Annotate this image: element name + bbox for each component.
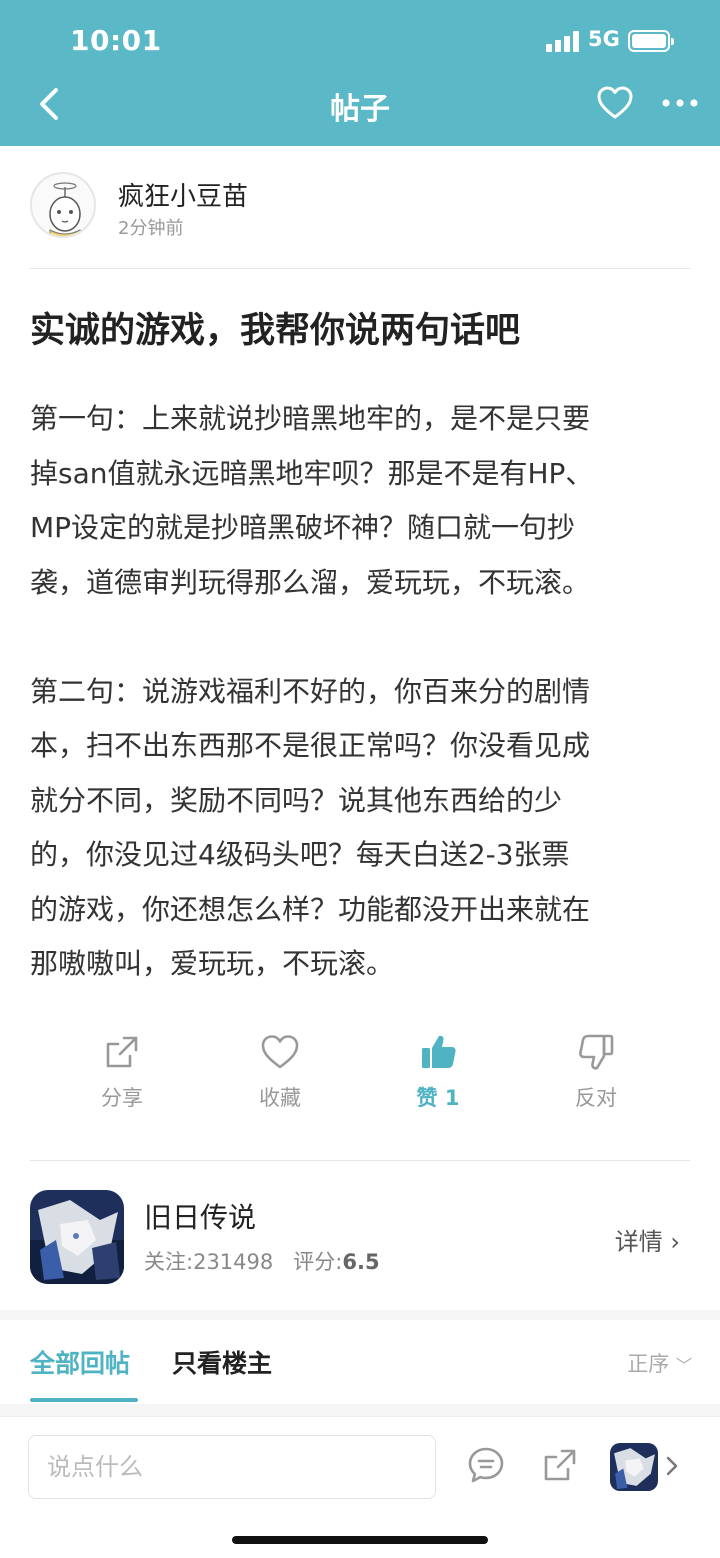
post-title: 实诚的游戏，我帮你说两句话吧 <box>30 311 521 351</box>
post-body-line: 第一句：上来就说抄暗黑地牢的，是不是只要 <box>30 402 591 435</box>
tab-all-replies[interactable]: 全部回帖 <box>30 1344 130 1380</box>
post-body-line: 就分不同，奖励不同吗？说其他东西给的少 <box>30 783 563 817</box>
game-icon[interactable] <box>30 1190 124 1284</box>
comment-icon[interactable] <box>466 1445 506 1485</box>
game-card[interactable]: 旧日传说 关注:231498 评分:6.5 详情 › <box>30 1190 690 1286</box>
dislike-label: 反对 <box>575 1086 617 1110</box>
author-name[interactable]: 疯狂小豆苗 <box>118 176 248 213</box>
game-shortcut-icon[interactable] <box>610 1443 658 1491</box>
chevron-down-icon: ﹀ <box>675 1356 692 1375</box>
like-text: 赞 <box>416 1086 438 1110</box>
post-body-line <box>30 610 690 665</box>
post-body-line: MP设定的就是抄暗黑破坏神？随口就一句抄 <box>30 511 576 544</box>
post-body-line: 那嗷嗷叫，爱玩玩，不玩滚。 <box>30 947 395 980</box>
post-body-line: 本，扫不出东西那不是很正常吗？你没看见成 <box>30 729 591 762</box>
tab-indicator <box>30 1398 138 1402</box>
post-actions: 分享 收藏 赞 1 反对 <box>30 1032 690 1122</box>
top-bar: 10:01 5G 帖子 <box>0 0 720 146</box>
battery-icon <box>628 30 674 52</box>
thumbs-down-icon <box>579 1034 614 1070</box>
share-icon[interactable] <box>540 1445 580 1485</box>
rating-value: 6.5 <box>342 1250 380 1274</box>
game-detail-link[interactable]: 详情 › <box>615 1222 680 1257</box>
section-gap <box>0 1310 720 1320</box>
status-time: 10:01 <box>70 24 162 57</box>
nav-bar: 帖子 <box>0 72 720 136</box>
network-type: 5G <box>588 27 620 51</box>
share-icon <box>106 1036 138 1068</box>
chevron-right-icon[interactable] <box>664 1455 680 1477</box>
detail-label: 详情 <box>614 1228 663 1256</box>
game-stats: 关注:231498 评分:6.5 <box>144 1246 380 1276</box>
like-count: 1 <box>444 1086 460 1110</box>
favorite-label: 收藏 <box>259 1086 301 1110</box>
heart-icon <box>261 1035 299 1069</box>
sort-label: 正序 <box>627 1352 670 1376</box>
post-author: 疯狂小豆苗 2分钟前 <box>30 172 690 242</box>
post-body-line: 的，你没见过4级码头吧？每天白送2-3张票 <box>30 838 570 871</box>
share-button[interactable]: 分享 <box>62 1032 182 1112</box>
divider <box>30 268 690 269</box>
game-name: 旧日传说 <box>144 1201 257 1234</box>
post-body: 第一句：上来就说抄暗黑地牢的，是不是只要 掉san值就永远暗黑地牢呗？那是不是有… <box>30 392 690 992</box>
post-body-line: 袭，道德审判玩得那么溜，爱玩玩，不玩滚。 <box>30 565 591 599</box>
favorite-button[interactable]: 收藏 <box>220 1032 340 1112</box>
chevron-right-icon: › <box>670 1228 680 1256</box>
comment-input[interactable]: 说点什么 <box>28 1435 436 1499</box>
sort-dropdown[interactable]: 正序 ﹀ <box>627 1348 692 1378</box>
home-indicator <box>232 1536 488 1544</box>
signal-icon <box>546 30 580 52</box>
section-gap <box>0 1404 720 1416</box>
rating-label: 评分: <box>293 1250 343 1274</box>
favorite-heart-icon[interactable] <box>596 84 634 122</box>
thumbs-up-icon <box>422 1035 456 1068</box>
followers-label: 关注: <box>144 1250 194 1274</box>
post-body-line: 的游戏，你还想怎么样？功能都没开出来就在 <box>30 892 591 926</box>
reply-tabs: 全部回帖 只看楼主 正序 ﹀ <box>0 1320 720 1404</box>
divider <box>30 1160 690 1161</box>
dislike-button[interactable]: 反对 <box>536 1032 656 1112</box>
post-body-line: 掉san值就永远暗黑地牢呗？那是不是有HP、 <box>30 456 594 490</box>
post-timestamp: 2分钟前 <box>118 218 184 239</box>
tab-owner-only[interactable]: 只看楼主 <box>172 1344 272 1380</box>
status-bar: 10:01 5G <box>0 0 720 80</box>
post-body-line: 第二句：说游戏福利不好的，你百来分的剧情 <box>30 674 591 708</box>
more-options-icon[interactable] <box>660 88 700 118</box>
followers-count: 231498 <box>193 1250 274 1274</box>
avatar[interactable] <box>30 172 96 238</box>
share-label: 分享 <box>101 1086 143 1110</box>
like-label: 赞 1 <box>378 1082 498 1112</box>
like-button[interactable]: 赞 1 <box>378 1032 498 1112</box>
